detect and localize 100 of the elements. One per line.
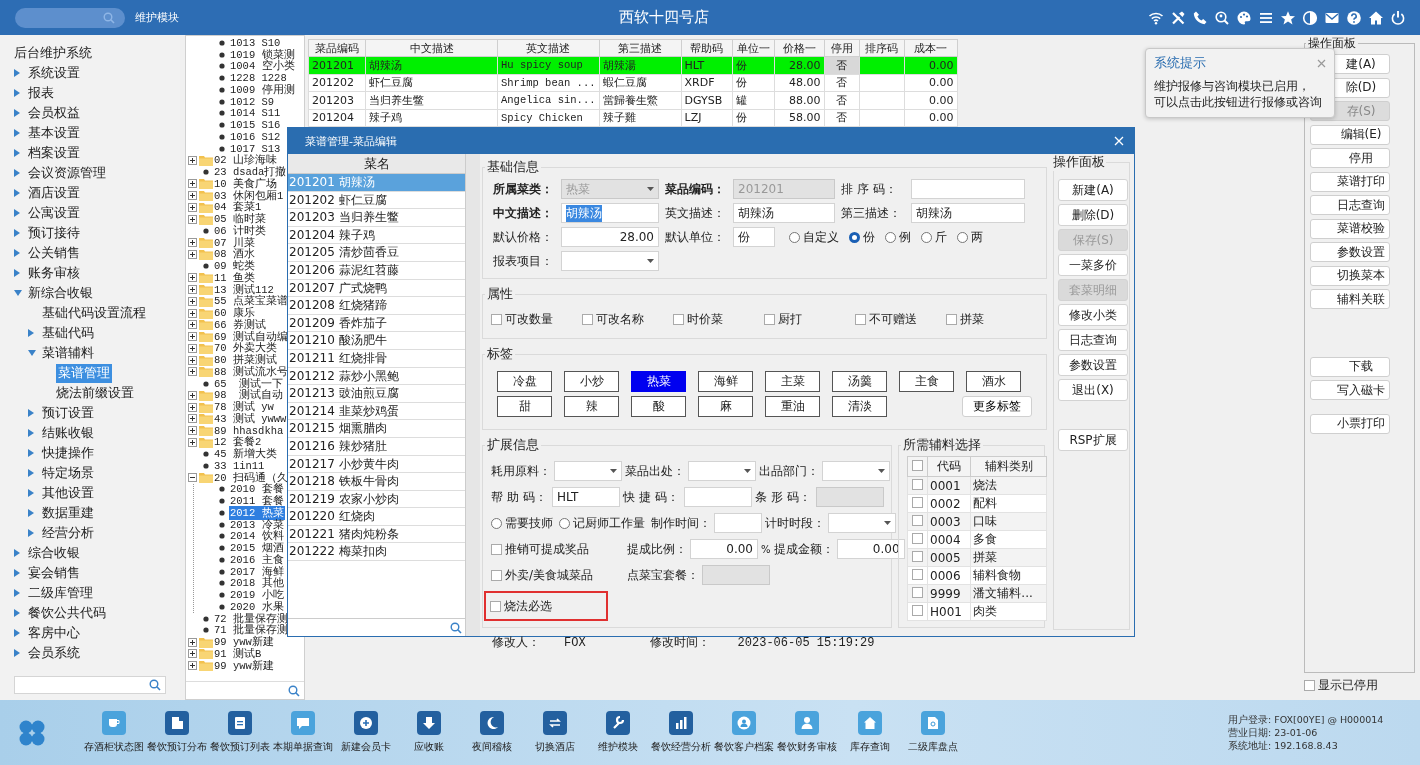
dropdown-field[interactable] (688, 461, 756, 481)
sidebar-item[interactable]: 宴会销售 (0, 563, 80, 583)
sidebar-item[interactable]: 会议资源管理 (0, 163, 106, 183)
plus-box-icon[interactable] (188, 332, 197, 342)
close-icon[interactable] (1317, 58, 1326, 68)
sidebar-item[interactable]: 经营分析 (14, 523, 94, 543)
tag-button[interactable]: 辣 (564, 396, 619, 417)
sidebar-item[interactable]: 数据重建 (14, 503, 94, 523)
tag-button[interactable]: 主菜 (765, 371, 820, 392)
panel-button[interactable]: 下载 (1310, 356, 1390, 377)
column-header[interactable]: 菜名 (288, 154, 465, 174)
tree-item[interactable]: 20 扫码通（久 (188, 471, 289, 484)
list-item[interactable]: 201218 铁板牛骨肉 (288, 473, 465, 491)
column-header[interactable]: 第三描述 (599, 39, 681, 57)
checkbox[interactable] (912, 568, 923, 580)
tree-item[interactable]: 66 券测试 (188, 319, 267, 331)
plus-box-icon[interactable] (188, 414, 197, 424)
radio-button[interactable]: 份 (849, 228, 875, 246)
checkbox[interactable]: 厨打 (764, 311, 855, 328)
plus-box-icon[interactable] (188, 214, 197, 224)
plus-box-icon[interactable] (188, 296, 197, 306)
taskbar-app[interactable]: 应收账 (397, 711, 460, 754)
plus-box-icon[interactable] (188, 355, 197, 365)
list-item[interactable]: 201217 小炒黄牛肉 (288, 455, 465, 474)
palette-icon[interactable] (1236, 9, 1252, 26)
panel-button[interactable]: 写入磁卡 (1310, 380, 1390, 400)
tag-button[interactable]: 主食 (899, 371, 954, 392)
panel-button[interactable]: 参数设置 (1058, 354, 1128, 376)
sidebar-item[interactable]: 预订接待 (0, 223, 80, 243)
tree-item[interactable]: 78 测试 yw (188, 401, 275, 413)
sidebar-item[interactable]: 基础代码设置流程 (14, 303, 146, 323)
plus-box-icon[interactable] (188, 649, 197, 659)
list-item[interactable]: 201203 当归养生鳖 (288, 209, 465, 227)
tree-item[interactable]: 43 测试 ywww (188, 413, 288, 425)
phone-icon[interactable] (1192, 9, 1208, 26)
sidebar-item[interactable]: 酒店设置 (0, 183, 80, 203)
panel-button[interactable]: 小票打印 (1310, 413, 1390, 434)
plus-box-icon[interactable] (188, 191, 197, 201)
sidebar-item[interactable]: 系统设置 (0, 63, 80, 83)
search-field[interactable] (186, 681, 304, 699)
tree-item[interactable]: 72 批量保存测 (188, 612, 289, 625)
panel-button[interactable]: 辅料关联 (1310, 289, 1390, 309)
list-item[interactable]: 201207 广式烧鸭 (288, 279, 465, 298)
input-field[interactable]: 胡辣汤 (911, 203, 1025, 223)
taskbar-app[interactable]: 餐饮经营分析 (649, 711, 712, 754)
checkbox[interactable] (912, 496, 923, 508)
contrast-icon[interactable] (1302, 9, 1318, 26)
tree-item[interactable]: 05 临时菜 (188, 213, 267, 225)
tree-item[interactable]: 2019 小吃 (204, 589, 285, 601)
tag-button[interactable]: 汤羹 (832, 371, 887, 392)
tree-item[interactable]: 1014 S11 (204, 107, 282, 120)
taskbar-app[interactable]: 餐饮财务审核 (775, 711, 838, 754)
tree-item[interactable]: 98 测试自动 (188, 389, 285, 402)
sidebar-item[interactable]: 公关销售 (0, 243, 80, 263)
checkbox[interactable]: 推销可提成奖品 (491, 540, 624, 558)
tree-item[interactable]: 10 美食广场 (188, 178, 278, 190)
checkbox[interactable] (912, 550, 923, 562)
plus-box-icon[interactable] (188, 437, 197, 447)
dropdown-field[interactable] (828, 513, 896, 533)
plus-box-icon[interactable] (188, 367, 197, 377)
list-item[interactable]: 201210 酸汤肥牛 (288, 332, 465, 350)
checkbox[interactable] (912, 514, 923, 526)
column-header[interactable]: 菜品编码 (308, 39, 366, 57)
checkbox[interactable] (912, 604, 923, 616)
input-field[interactable]: 胡辣汤 (733, 203, 835, 223)
sidebar-item[interactable]: 报表 (0, 83, 54, 103)
taskbar-app[interactable]: 餐饮预订列表 (208, 711, 271, 754)
dropdown-field[interactable] (561, 251, 659, 271)
plus-box-icon[interactable] (188, 390, 197, 400)
checkbox[interactable]: 可改数量 (491, 311, 582, 328)
star-icon[interactable] (1280, 9, 1296, 26)
dropdown-field[interactable] (822, 461, 890, 481)
tree-item[interactable]: 12 套餐2 (188, 436, 263, 449)
tree-item[interactable]: 2017 海鲜 (204, 565, 285, 578)
checkbox[interactable]: 烧法必选 (484, 591, 608, 621)
panel-button[interactable]: 菜谱校验 (1310, 218, 1390, 239)
column-header[interactable]: 停用 (824, 39, 859, 57)
list-item[interactable]: 201211 红烧排骨 (288, 349, 465, 368)
column-header[interactable]: 英文描述 (497, 39, 599, 57)
tree-item[interactable]: 91 测试B (188, 648, 263, 660)
radio-button[interactable]: 需要技师 (491, 514, 553, 532)
radio-button[interactable]: 斤 (921, 228, 947, 246)
sidebar-item[interactable]: 会员系统 (0, 643, 80, 663)
plus-box-icon[interactable] (188, 308, 197, 318)
column-header[interactable]: 代码 (927, 456, 971, 477)
tree-item[interactable]: 1009 停用测 (204, 84, 296, 96)
radio-button[interactable]: 自定义 (789, 228, 839, 246)
panel-button[interactable]: RSP扩展 (1058, 429, 1128, 451)
column-header[interactable]: 单位一 (732, 39, 774, 57)
taskbar-app[interactable]: 切换酒店 (523, 711, 586, 754)
plus-box-icon[interactable] (188, 320, 197, 330)
panel-button[interactable]: 停用 (1310, 148, 1390, 168)
sidebar-item[interactable]: 二级库管理 (0, 583, 93, 603)
search-field[interactable] (15, 7, 125, 28)
taskbar-app[interactable]: 存酒柜状态图 (82, 711, 145, 754)
tree-item[interactable]: 2018 其他 (204, 577, 285, 590)
tag-button[interactable]: 热菜 (631, 371, 686, 392)
tree-item[interactable]: 2011 套餐 (204, 495, 285, 507)
tree-item[interactable]: 08 酒水 (188, 248, 256, 261)
input-field[interactable]: 份 (733, 227, 775, 247)
